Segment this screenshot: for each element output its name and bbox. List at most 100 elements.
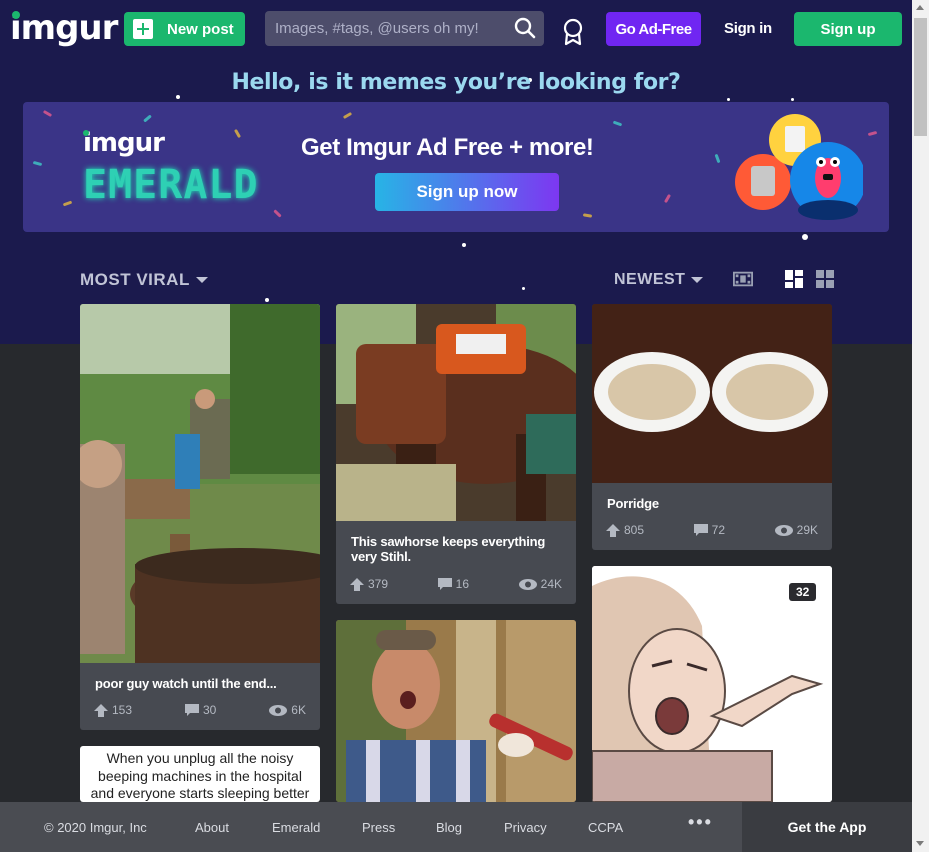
confetti-decoration <box>143 114 152 123</box>
comment-bubble-icon <box>693 524 708 536</box>
footer-link-about[interactable]: About <box>195 820 229 835</box>
banner-sign-up-button[interactable]: Sign up now <box>375 173 559 211</box>
star-decoration <box>522 287 525 290</box>
search-icon[interactable] <box>513 16 537 40</box>
view-value: 29K <box>796 523 818 537</box>
plus-icon <box>133 19 153 39</box>
confetti-decoration <box>32 160 43 167</box>
view-value: 6K <box>291 703 306 717</box>
post-card[interactable]: poor guy watch until the end... 153 30 6… <box>80 304 320 730</box>
order-sort-dropdown[interactable]: NEWEST <box>614 271 704 289</box>
logo-dot <box>12 11 20 19</box>
sign-in-link[interactable]: Sign in <box>724 20 772 37</box>
footer-link-ccpa[interactable]: CCPA <box>588 820 623 835</box>
scroll-down-arrow-icon[interactable] <box>916 841 924 846</box>
more-options-icon[interactable]: ••• <box>688 813 713 831</box>
search-input[interactable] <box>265 11 544 46</box>
view-count: 29K <box>774 523 818 537</box>
logo-dot <box>83 130 89 136</box>
sign-up-button[interactable]: Sign up <box>794 12 902 46</box>
comment-value: 30 <box>202 703 217 717</box>
eye-icon <box>518 578 537 590</box>
chevron-down-icon <box>691 277 704 283</box>
confetti-decoration <box>273 209 282 218</box>
post-thumbnail <box>592 566 832 802</box>
confetti-decoration <box>663 193 672 204</box>
emerald-promo-banner[interactable]: imgur EMERALD Get Imgur Ad Free + more! … <box>23 102 889 232</box>
hero-tagline: Hello, is it memes you’re looking for? <box>231 70 681 95</box>
waterfall-view-icon[interactable] <box>784 270 804 288</box>
star-decoration <box>727 98 730 101</box>
post-title: Porridge <box>607 496 659 511</box>
scroll-up-arrow-icon[interactable] <box>916 5 924 10</box>
logo-text: imgur <box>10 8 118 48</box>
star-decoration <box>791 98 794 101</box>
confetti-decoration <box>42 109 53 118</box>
emerald-wordmark: EMERALD <box>83 162 259 208</box>
footer-link-press[interactable]: Press <box>362 820 395 835</box>
confetti-decoration <box>233 128 242 139</box>
confetti-decoration <box>582 213 593 218</box>
go-ad-free-button[interactable]: Go Ad-Free <box>606 12 701 46</box>
post-card[interactable]: 32 <box>592 566 832 802</box>
upvote-count[interactable]: 805 <box>606 523 644 537</box>
comment-count[interactable]: 72 <box>693 523 726 537</box>
star-decoration <box>265 298 269 302</box>
album-count-badge: 32 <box>789 583 817 601</box>
meme-caption: When you unplug all the noisy beeping ma… <box>90 750 310 801</box>
section-sort-label: MOST VIRAL <box>80 270 190 289</box>
post-thumbnail <box>336 620 576 802</box>
footer-link-emerald[interactable]: Emerald <box>272 820 320 835</box>
chevron-down-icon <box>195 277 208 283</box>
comment-bubble-icon <box>437 578 452 590</box>
post-thumbnail <box>336 304 576 521</box>
post-stats: 805 72 29K <box>606 523 818 537</box>
get-the-app-button[interactable]: Get the App <box>742 802 912 852</box>
comment-count[interactable]: 16 <box>437 577 470 591</box>
footer-link-blog[interactable]: Blog <box>436 820 462 835</box>
filmstrip-view-icon[interactable] <box>733 270 753 288</box>
comment-value: 72 <box>711 523 726 537</box>
confetti-decoration <box>867 130 878 137</box>
post-title: This sawhorse keeps everything very Stih… <box>351 534 546 564</box>
upvote-count[interactable]: 153 <box>94 703 132 717</box>
post-card[interactable] <box>336 620 576 802</box>
post-card[interactable]: Porridge 805 72 29K <box>592 304 832 550</box>
eye-icon <box>269 704 288 716</box>
emerald-brand: imgur <box>83 128 165 158</box>
star-decoration <box>176 95 180 99</box>
upvote-arrow-icon <box>94 703 108 717</box>
upvote-value: 379 <box>368 577 389 591</box>
confetti-decoration <box>342 111 353 120</box>
award-icon[interactable] <box>562 18 584 46</box>
comment-value: 16 <box>455 577 470 591</box>
view-count: 6K <box>269 703 306 717</box>
star-decoration <box>462 243 466 247</box>
view-value: 24K <box>540 577 562 591</box>
scrollbar-thumb[interactable] <box>914 18 927 136</box>
post-stats: 153 30 6K <box>94 703 306 717</box>
post-title: poor guy watch until the end... <box>95 676 277 691</box>
footer-link-privacy[interactable]: Privacy <box>504 820 547 835</box>
confetti-decoration <box>612 120 623 127</box>
section-sort-dropdown[interactable]: MOST VIRAL <box>80 270 208 290</box>
imgur-logo[interactable]: imgur <box>10 8 118 48</box>
post-thumbnail <box>592 304 832 483</box>
comment-count[interactable]: 30 <box>184 703 217 717</box>
star-decoration <box>802 234 808 240</box>
confetti-decoration <box>714 153 721 164</box>
upvote-value: 153 <box>112 703 133 717</box>
upvote-count[interactable]: 379 <box>350 577 388 591</box>
upvote-arrow-icon <box>606 523 620 537</box>
banner-title: Get Imgur Ad Free + more! <box>301 134 594 161</box>
upvote-value: 805 <box>624 523 645 537</box>
post-stats: 379 16 24K <box>350 577 562 591</box>
confetti-decoration <box>62 200 73 207</box>
new-post-label: New post <box>167 20 234 38</box>
new-post-button[interactable]: New post <box>124 12 245 46</box>
grid-view-icon[interactable] <box>815 270 835 288</box>
post-card[interactable]: When you unplug all the noisy beeping ma… <box>80 746 320 802</box>
post-card[interactable]: This sawhorse keeps everything very Stih… <box>336 304 576 604</box>
emerald-mascots-illustration <box>735 114 863 220</box>
comment-bubble-icon <box>184 704 199 716</box>
